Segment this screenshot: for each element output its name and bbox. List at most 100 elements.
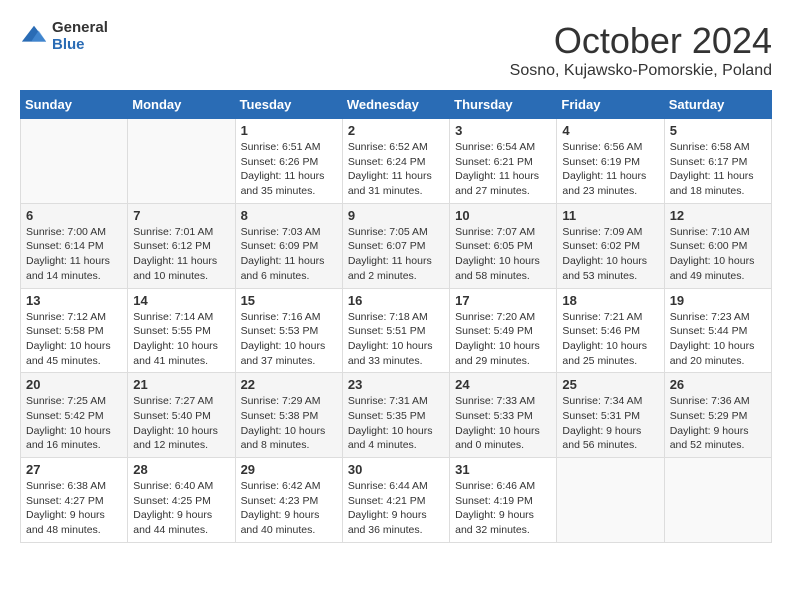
calendar-cell: 10 Sunrise: 7:07 AM Sunset: 6:05 PM Dayli… xyxy=(450,203,557,288)
calendar-cell xyxy=(664,458,771,543)
calendar-cell: 12Sunrise: 7:10 AM Sunset: 6:00 PM Dayli… xyxy=(664,203,771,288)
calendar-cell xyxy=(557,458,664,543)
day-number: 14 xyxy=(133,293,229,308)
day-info: Sunrise: 7:16 AM Sunset: 5:53 PM Dayligh… xyxy=(241,310,337,369)
calendar-week-row: 20 Sunrise: 7:25 AM Sunset: 5:42 PM Dayli… xyxy=(21,373,772,458)
day-info: Sunrise: 7:34 AM Sunset: 5:31 PM Dayligh… xyxy=(562,394,658,453)
day-info: Sunrise: 7:09 AM Sunset: 6:02 PM Dayligh… xyxy=(562,225,658,284)
day-number: 6 xyxy=(26,208,122,223)
day-info: Sunrise: 7:07 AM Sunset: 6:05 PM Dayligh… xyxy=(455,225,551,284)
day-info: Sunrise: 7:27 AM Sunset: 5:40 PM Dayligh… xyxy=(133,394,229,453)
days-of-week-row: SundayMondayTuesdayWednesdayThursdayFrid… xyxy=(21,91,772,119)
day-info: Sunrise: 7:12 AM Sunset: 5:58 PM Dayligh… xyxy=(26,310,122,369)
calendar-cell: 13 Sunrise: 7:12 AM Sunset: 5:58 PM Dayli… xyxy=(21,288,128,373)
calendar-cell: 29 Sunrise: 6:42 AM Sunset: 4:23 PM Dayli… xyxy=(235,458,342,543)
calendar-cell: 5 Sunrise: 6:58 AM Sunset: 6:17 PM Daylig… xyxy=(664,119,771,204)
day-number: 30 xyxy=(348,462,444,477)
calendar-cell: 3 Sunrise: 6:54 AM Sunset: 6:21 PM Daylig… xyxy=(450,119,557,204)
calendar-cell xyxy=(128,119,235,204)
day-number: 19 xyxy=(670,293,766,308)
day-number: 5 xyxy=(670,123,766,138)
day-number: 8 xyxy=(241,208,337,223)
day-info: Sunrise: 6:51 AM Sunset: 6:26 PM Dayligh… xyxy=(241,140,337,199)
day-number: 28 xyxy=(133,462,229,477)
calendar-week-row: 13 Sunrise: 7:12 AM Sunset: 5:58 PM Dayli… xyxy=(21,288,772,373)
calendar-cell: 20 Sunrise: 7:25 AM Sunset: 5:42 PM Dayli… xyxy=(21,373,128,458)
calendar-cell: 22Sunrise: 7:29 AM Sunset: 5:38 PM Dayli… xyxy=(235,373,342,458)
day-number: 13 xyxy=(26,293,122,308)
day-info: Sunrise: 7:00 AM Sunset: 6:14 PM Dayligh… xyxy=(26,225,122,284)
header: General Blue October 2024 Sosno, Kujawsk… xyxy=(20,20,772,80)
day-info: Sunrise: 6:58 AM Sunset: 6:17 PM Dayligh… xyxy=(670,140,766,199)
day-number: 9 xyxy=(348,208,444,223)
day-number: 3 xyxy=(455,123,551,138)
day-number: 22 xyxy=(241,377,337,392)
logo: General Blue xyxy=(20,20,108,53)
calendar-cell: 23Sunrise: 7:31 AM Sunset: 5:35 PM Dayli… xyxy=(342,373,449,458)
calendar-cell: 15 Sunrise: 7:16 AM Sunset: 5:53 PM Dayli… xyxy=(235,288,342,373)
calendar-cell: 19Sunrise: 7:23 AM Sunset: 5:44 PM Dayli… xyxy=(664,288,771,373)
day-info: Sunrise: 7:33 AM Sunset: 5:33 PM Dayligh… xyxy=(455,394,551,453)
calendar-cell xyxy=(21,119,128,204)
calendar-cell: 31 Sunrise: 6:46 AM Sunset: 4:19 PM Dayli… xyxy=(450,458,557,543)
day-info: Sunrise: 6:54 AM Sunset: 6:21 PM Dayligh… xyxy=(455,140,551,199)
day-number: 27 xyxy=(26,462,122,477)
day-info: Sunrise: 6:42 AM Sunset: 4:23 PM Dayligh… xyxy=(241,479,337,538)
logo-blue-text: Blue xyxy=(52,37,108,54)
calendar-week-row: 27Sunrise: 6:38 AM Sunset: 4:27 PM Dayli… xyxy=(21,458,772,543)
day-number: 29 xyxy=(241,462,337,477)
location: Sosno, Kujawsko-Pomorskie, Poland xyxy=(510,62,772,80)
day-number: 26 xyxy=(670,377,766,392)
day-number: 18 xyxy=(562,293,658,308)
calendar-cell: 21Sunrise: 7:27 AM Sunset: 5:40 PM Dayli… xyxy=(128,373,235,458)
calendar-cell: 30 Sunrise: 6:44 AM Sunset: 4:21 PM Dayli… xyxy=(342,458,449,543)
day-info: Sunrise: 7:18 AM Sunset: 5:51 PM Dayligh… xyxy=(348,310,444,369)
day-number: 25 xyxy=(562,377,658,392)
logo-general-text: General xyxy=(52,20,108,37)
calendar-cell: 16 Sunrise: 7:18 AM Sunset: 5:51 PM Dayli… xyxy=(342,288,449,373)
calendar-header: SundayMondayTuesdayWednesdayThursdayFrid… xyxy=(21,91,772,119)
day-info: Sunrise: 7:36 AM Sunset: 5:29 PM Dayligh… xyxy=(670,394,766,453)
day-number: 1 xyxy=(241,123,337,138)
day-info: Sunrise: 7:20 AM Sunset: 5:49 PM Dayligh… xyxy=(455,310,551,369)
day-info: Sunrise: 7:31 AM Sunset: 5:35 PM Dayligh… xyxy=(348,394,444,453)
calendar-cell: 18Sunrise: 7:21 AM Sunset: 5:46 PM Dayli… xyxy=(557,288,664,373)
day-info: Sunrise: 7:25 AM Sunset: 5:42 PM Dayligh… xyxy=(26,394,122,453)
day-info: Sunrise: 7:05 AM Sunset: 6:07 PM Dayligh… xyxy=(348,225,444,284)
title-area: October 2024 Sosno, Kujawsko-Pomorskie, … xyxy=(510,20,772,80)
day-number: 16 xyxy=(348,293,444,308)
day-number: 10 xyxy=(455,208,551,223)
day-of-week-header: Wednesday xyxy=(342,91,449,119)
day-number: 20 xyxy=(26,377,122,392)
calendar-cell: 11 Sunrise: 7:09 AM Sunset: 6:02 PM Dayli… xyxy=(557,203,664,288)
calendar-cell: 27Sunrise: 6:38 AM Sunset: 4:27 PM Dayli… xyxy=(21,458,128,543)
day-info: Sunrise: 7:14 AM Sunset: 5:55 PM Dayligh… xyxy=(133,310,229,369)
day-of-week-header: Tuesday xyxy=(235,91,342,119)
calendar-cell: 6 Sunrise: 7:00 AM Sunset: 6:14 PM Daylig… xyxy=(21,203,128,288)
logo-icon xyxy=(20,23,48,51)
calendar-week-row: 6 Sunrise: 7:00 AM Sunset: 6:14 PM Daylig… xyxy=(21,203,772,288)
day-info: Sunrise: 6:44 AM Sunset: 4:21 PM Dayligh… xyxy=(348,479,444,538)
calendar-cell: 9 Sunrise: 7:05 AM Sunset: 6:07 PM Daylig… xyxy=(342,203,449,288)
calendar-body: 1 Sunrise: 6:51 AM Sunset: 6:26 PM Daylig… xyxy=(21,119,772,543)
day-info: Sunrise: 6:56 AM Sunset: 6:19 PM Dayligh… xyxy=(562,140,658,199)
calendar-cell: 25 Sunrise: 7:34 AM Sunset: 5:31 PM Dayli… xyxy=(557,373,664,458)
day-of-week-header: Friday xyxy=(557,91,664,119)
day-info: Sunrise: 6:46 AM Sunset: 4:19 PM Dayligh… xyxy=(455,479,551,538)
day-info: Sunrise: 7:03 AM Sunset: 6:09 PM Dayligh… xyxy=(241,225,337,284)
day-number: 15 xyxy=(241,293,337,308)
calendar-cell: 14 Sunrise: 7:14 AM Sunset: 5:55 PM Dayli… xyxy=(128,288,235,373)
day-info: Sunrise: 7:10 AM Sunset: 6:00 PM Dayligh… xyxy=(670,225,766,284)
day-number: 2 xyxy=(348,123,444,138)
calendar-cell: 26 Sunrise: 7:36 AM Sunset: 5:29 PM Dayli… xyxy=(664,373,771,458)
day-number: 11 xyxy=(562,208,658,223)
day-number: 31 xyxy=(455,462,551,477)
calendar-cell: 17Sunrise: 7:20 AM Sunset: 5:49 PM Dayli… xyxy=(450,288,557,373)
day-info: Sunrise: 6:52 AM Sunset: 6:24 PM Dayligh… xyxy=(348,140,444,199)
month-title: October 2024 xyxy=(510,20,772,62)
day-number: 4 xyxy=(562,123,658,138)
day-number: 7 xyxy=(133,208,229,223)
day-info: Sunrise: 7:01 AM Sunset: 6:12 PM Dayligh… xyxy=(133,225,229,284)
day-of-week-header: Sunday xyxy=(21,91,128,119)
calendar-week-row: 1 Sunrise: 6:51 AM Sunset: 6:26 PM Daylig… xyxy=(21,119,772,204)
